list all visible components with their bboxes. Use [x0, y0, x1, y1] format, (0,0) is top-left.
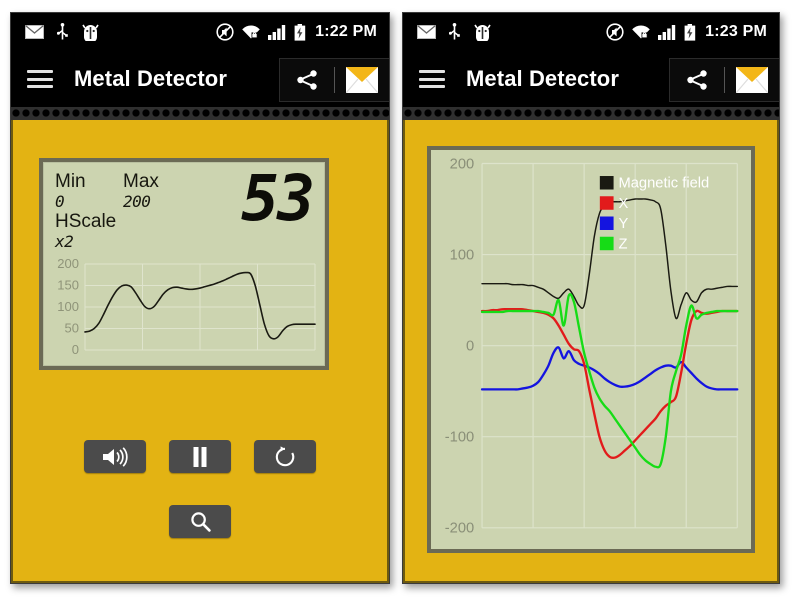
- status-bar-right-icons: 1:22 PM: [216, 23, 377, 41]
- phone-screenshot-left: 1:22 PM Metal Detector Min 0 Max 200 HSc…: [10, 12, 390, 584]
- mail-button[interactable]: [725, 59, 779, 101]
- svg-text:0: 0: [466, 339, 474, 355]
- sound-button[interactable]: [84, 440, 146, 473]
- app-bar-actions: [279, 58, 389, 102]
- app-bar-actions: [669, 58, 779, 102]
- lcd-readout: Min 0 Max 200 HScale x2 53: [43, 162, 325, 260]
- detector-body-left: Min 0 Max 200 HScale x2 53 0 50 100 150 …: [11, 120, 389, 583]
- chart-tick-labels: -200 -100 0 100 200: [445, 156, 474, 536]
- mini-chart-svg: 0 50 100 150 200: [57, 256, 316, 357]
- svg-text:-200: -200: [445, 521, 474, 537]
- signal-bars-icon: [658, 25, 676, 40]
- mini-magnitude-chart: 0 50 100 150 200: [43, 256, 325, 366]
- share-icon: [297, 70, 317, 90]
- status-bar-left: 1:22 PM: [11, 13, 389, 51]
- usb-icon: [57, 23, 68, 40]
- svg-text:Y: Y: [618, 216, 628, 232]
- min-column: Min 0: [55, 171, 123, 211]
- chart-legend: Magnetic field XYZ: [599, 176, 709, 252]
- bug-icon: [82, 24, 99, 41]
- pause-button[interactable]: [169, 440, 231, 473]
- envelope-icon: [417, 25, 436, 39]
- usb-icon: [449, 23, 460, 40]
- status-bar-clock: 1:22 PM: [315, 23, 377, 40]
- max-label: Max: [123, 171, 159, 192]
- app-bar-left: Metal Detector: [11, 51, 389, 107]
- page-title: Metal Detector: [466, 66, 619, 91]
- search-icon: [190, 512, 211, 532]
- status-bar-right-icons: 1:23 PM: [606, 23, 767, 41]
- mail-icon: [736, 67, 768, 93]
- app-bar-right: Metal Detector: [403, 51, 779, 107]
- bug-icon: [474, 24, 491, 41]
- share-button[interactable]: [280, 59, 334, 101]
- search-button[interactable]: [169, 505, 231, 538]
- reset-icon: [275, 445, 295, 466]
- svg-text:X: X: [618, 196, 628, 212]
- status-bar-left-icons: [417, 23, 492, 41]
- hamburger-icon[interactable]: [27, 70, 53, 88]
- lcd-display: Min 0 Max 200 HScale x2 53 0 50 100 150 …: [39, 158, 329, 370]
- signal-bars-icon: [268, 25, 286, 40]
- svg-text:100: 100: [450, 247, 475, 263]
- perforated-divider-left: [11, 107, 389, 120]
- wifi-lock-icon: [632, 25, 650, 39]
- svg-text:150: 150: [57, 278, 79, 293]
- svg-text:-100: -100: [445, 430, 474, 446]
- share-button[interactable]: [670, 59, 724, 101]
- status-bar-right: 1:23 PM: [403, 13, 779, 51]
- battery-charging-icon: [294, 23, 306, 41]
- min-value: 0: [55, 192, 65, 211]
- mail-button[interactable]: [335, 59, 389, 101]
- svg-text:200: 200: [57, 256, 79, 271]
- svg-text:200: 200: [450, 156, 475, 172]
- mute-icon: [216, 23, 234, 41]
- svg-text:100: 100: [57, 299, 79, 314]
- mute-icon: [606, 23, 624, 41]
- magnetic-field-chart-svg: -200 -100 0 100 200 Magnetic field XYZ: [445, 156, 739, 537]
- page-title: Metal Detector: [74, 66, 227, 91]
- detector-body-right: -200 -100 0 100 200 Magnetic field X Y Z: [403, 120, 779, 583]
- mail-icon: [346, 67, 378, 93]
- pause-icon: [193, 446, 207, 467]
- screenshot-page: 1:22 PM Metal Detector Min 0 Max 200 HSc…: [0, 0, 796, 600]
- perforated-divider-right: [403, 107, 779, 120]
- mini-chart-tick-labels: 0 50 100 150 200: [57, 256, 79, 357]
- phone-screenshot-right: 1:23 PM Metal Detector -200 -100 0 100 2…: [402, 12, 780, 584]
- control-button-row-primary: [13, 440, 387, 473]
- status-bar-clock: 1:23 PM: [705, 23, 767, 40]
- envelope-icon: [25, 25, 44, 39]
- current-reading: 53: [241, 162, 315, 235]
- svg-text:Z: Z: [618, 236, 627, 252]
- mini-chart-gridlines: [84, 263, 316, 351]
- reset-button[interactable]: [254, 440, 316, 473]
- battery-charging-icon: [684, 23, 696, 41]
- svg-text:50: 50: [65, 321, 79, 336]
- svg-text:0: 0: [72, 342, 79, 357]
- wifi-lock-icon: [242, 25, 260, 39]
- status-bar-left-icons: [25, 23, 100, 41]
- max-value: 200: [123, 192, 151, 211]
- speaker-icon: [103, 446, 128, 467]
- max-column: Max 200: [123, 171, 191, 211]
- hamburger-icon[interactable]: [419, 70, 445, 88]
- min-label: Min: [55, 171, 86, 192]
- share-icon: [687, 70, 707, 90]
- magnetic-field-chart: -200 -100 0 100 200 Magnetic field X Y Z: [427, 146, 755, 553]
- control-button-row-secondary: [13, 505, 387, 538]
- svg-text:Magnetic field: Magnetic field: [618, 176, 709, 192]
